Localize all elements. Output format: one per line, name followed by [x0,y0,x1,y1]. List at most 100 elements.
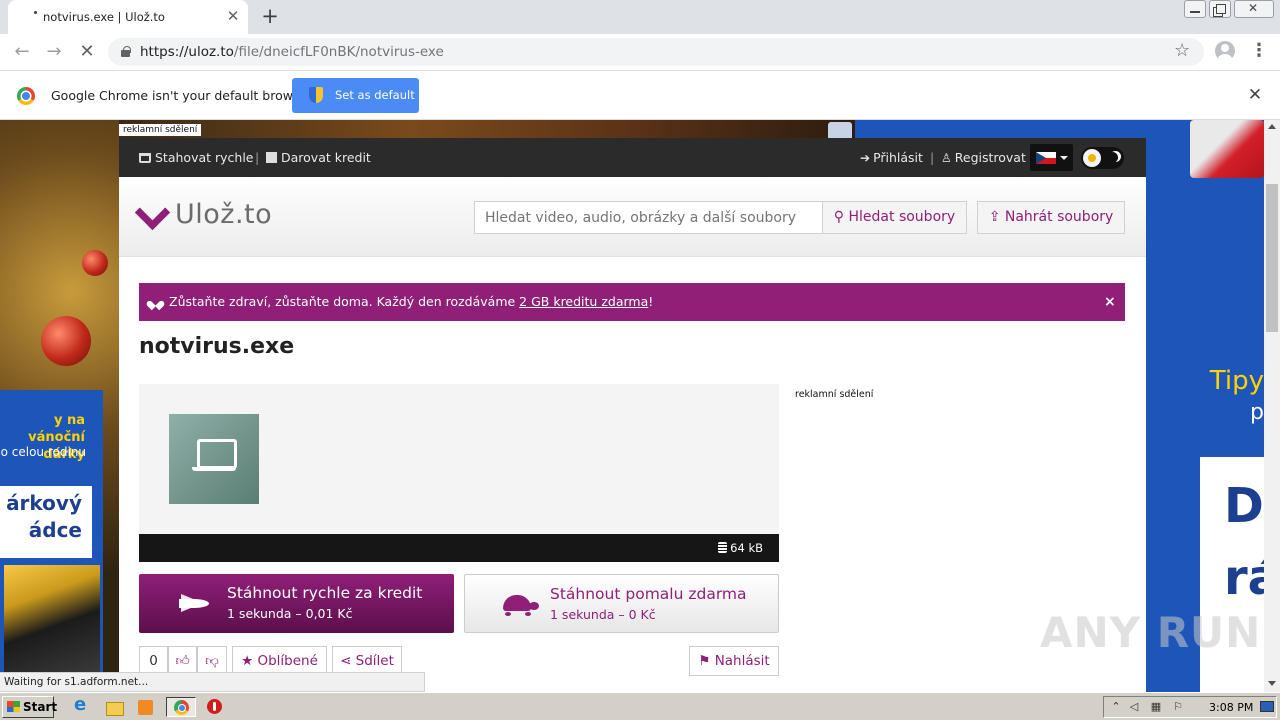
forward-arrow-icon[interactable]: → [42,40,66,64]
right-ad-headline: Tipy [1209,366,1264,396]
stop-loading-icon[interactable]: ✕ [75,40,99,64]
network-icon[interactable]: ▦ [1150,701,1162,713]
turtle-icon [495,593,541,617]
right-ad-strip[interactable] [855,120,1155,138]
file-size: 64 kB [718,541,763,555]
kebab-menu-icon[interactable]: ⋮ [1250,40,1268,62]
start-button[interactable]: Start [2,696,58,718]
report-button[interactable]: ⚑ Nahlásit [689,646,779,676]
scrollbar-thumb[interactable] [1266,184,1278,332]
internet-explorer-icon[interactable] [70,694,94,717]
set-as-default-button[interactable]: Set as default [292,78,419,113]
volume-icon[interactable]: ◁ [1128,701,1140,713]
url-host: https://uloz.to [140,44,234,60]
chrome-taskbar-icon[interactable] [166,697,196,717]
window-restore-button[interactable] [1209,0,1231,18]
christmas-ornament [41,316,91,366]
right-ad-subline: p [1250,400,1264,425]
banner-text: Zůstaňte zdraví, zůstaňte doma. Každý de… [169,294,520,309]
search-icon: ⚲ [833,209,849,225]
windows-taskbar: Start ⌃ ◁ ▦ ⚐ 3:08 PM [0,692,1280,720]
theme-toggle[interactable] [1081,147,1124,169]
address-bar[interactable]: https://uloz.to/file/dneicfLF0nBK/notvir… [108,38,1204,66]
action-center-flag-icon[interactable]: ⚐ [1172,701,1184,713]
fast-download-label: Stahovat rychle [155,150,254,165]
thumbs-down-icon: 👎︎ [205,653,219,669]
browser-tab[interactable]: notvirus.exe | Ulož.to ✕ [8,0,248,34]
top-ad-strip[interactable] [119,120,855,138]
language-selector[interactable] [1030,144,1073,171]
ad-label: reklamní sdělení [795,389,874,400]
clock[interactable]: 3:08 PM [1209,701,1253,714]
czech-flag-icon [1036,152,1056,164]
opera-icon[interactable] [202,697,226,717]
download-slow-button[interactable]: Stáhnout pomalu zdarma 1 sekunda – 0 Kč [464,574,779,633]
folder-icon[interactable] [102,697,126,717]
file-thumbnail [169,414,259,504]
share-label: Sdílet [355,653,394,669]
upload-button[interactable]: ⇪ Nahrát soubory [977,201,1125,234]
heart-icon [150,297,161,307]
file-preview [139,384,779,534]
lock-icon[interactable] [121,46,131,57]
tray-expand-icon[interactable]: ⌃ [1110,701,1122,713]
sun-icon [1083,149,1101,167]
search-button[interactable]: ⚲ Hledat soubory [822,201,967,234]
infobar-close-icon[interactable]: ✕ [1246,86,1264,104]
page-viewport: reklamní sdělení y na vánoční dárky o ce… [0,120,1264,692]
default-browser-infobar: Google Chrome isn't your default browser… [0,71,1280,120]
sign-in-icon: ➔ [860,151,871,165]
profile-avatar-icon[interactable] [1215,41,1235,61]
site-header: Ulož.to ⚲ Hledat soubory ⇪ Nahrát soubor… [119,177,1146,257]
ad-label: reklamní sdělení [119,124,202,136]
register-label: Registrovat [954,150,1026,165]
moon-icon [1107,152,1118,163]
url-text[interactable]: https://uloz.to/file/dneicfLF0nBK/notvir… [140,44,444,60]
download-fast-button[interactable]: Stáhnout rychle za kredit 1 sekunda – 0,… [139,574,454,633]
uac-shield-icon [309,87,323,103]
url-path: /file/dneicfLF0nBK/notvirus-exe [233,44,444,60]
banner-credit-link[interactable]: 2 GB kreditu zdarma [519,294,648,309]
scroll-down-arrow-icon[interactable] [1268,681,1276,686]
scroll-up-arrow-icon[interactable] [1268,124,1276,129]
uloz-logo-icon[interactable] [138,200,170,230]
set-as-default-label: Set as default [335,88,415,102]
chrome-logo-icon [17,87,35,105]
report-label: Nahlásit [714,653,770,669]
window-close-button[interactable] [1234,0,1274,18]
right-ad-gift-image [1190,120,1264,178]
back-arrow-icon[interactable]: ← [10,40,34,64]
share-icon: ⋖ [340,653,356,669]
tab-title: notvirus.exe | Ulož.to [43,10,165,24]
download-slow-title: Stáhnout pomalu zdarma [550,585,747,603]
right-ad-brand: D rá [1224,478,1264,606]
show-desktop-icon[interactable] [1260,701,1274,712]
topbar-separator: | [255,150,260,165]
star-icon: ★ [241,653,258,669]
start-label: Start [23,700,58,714]
windows-logo-icon [7,701,20,712]
status-bubble: Waiting for s1.adform.net... [0,672,425,692]
window-minimize-button[interactable] [1184,0,1206,18]
fast-download-link[interactable]: Stahovat rychle [139,150,254,165]
page-scrollbar[interactable] [1264,120,1280,692]
new-tab-button[interactable]: + [259,5,281,27]
promo-banner: Zůstaňte zdraví, zůstaňte doma. Každý de… [139,283,1125,321]
browser-toolbar: ← → ✕ https://uloz.to/file/dneicfLF0nBK/… [0,34,1280,71]
register-link[interactable]: ♙ Registrovat [941,150,1026,165]
upload-button-label: Nahrát soubory [1004,209,1114,225]
topbar-separator: | [930,150,935,165]
laptop-icon [192,439,237,477]
banner-close-icon[interactable]: × [1104,283,1118,321]
site-logo[interactable]: Ulož.to [175,199,272,230]
donate-credit-link[interactable]: Darovat kredit [266,150,371,165]
bookmark-star-icon[interactable]: ☆ [1174,40,1190,61]
download-fast-title: Stáhnout rychle za kredit [227,584,423,602]
person-icon: ♙ [941,151,952,165]
favorite-label: Oblíbené [257,653,318,669]
upload-icon: ⇪ [988,209,1005,225]
media-player-icon[interactable] [134,697,158,717]
tab-close-icon[interactable]: ✕ [225,8,241,24]
search-input[interactable] [474,201,823,234]
login-link[interactable]: ➔ Přihlásit [860,150,923,165]
